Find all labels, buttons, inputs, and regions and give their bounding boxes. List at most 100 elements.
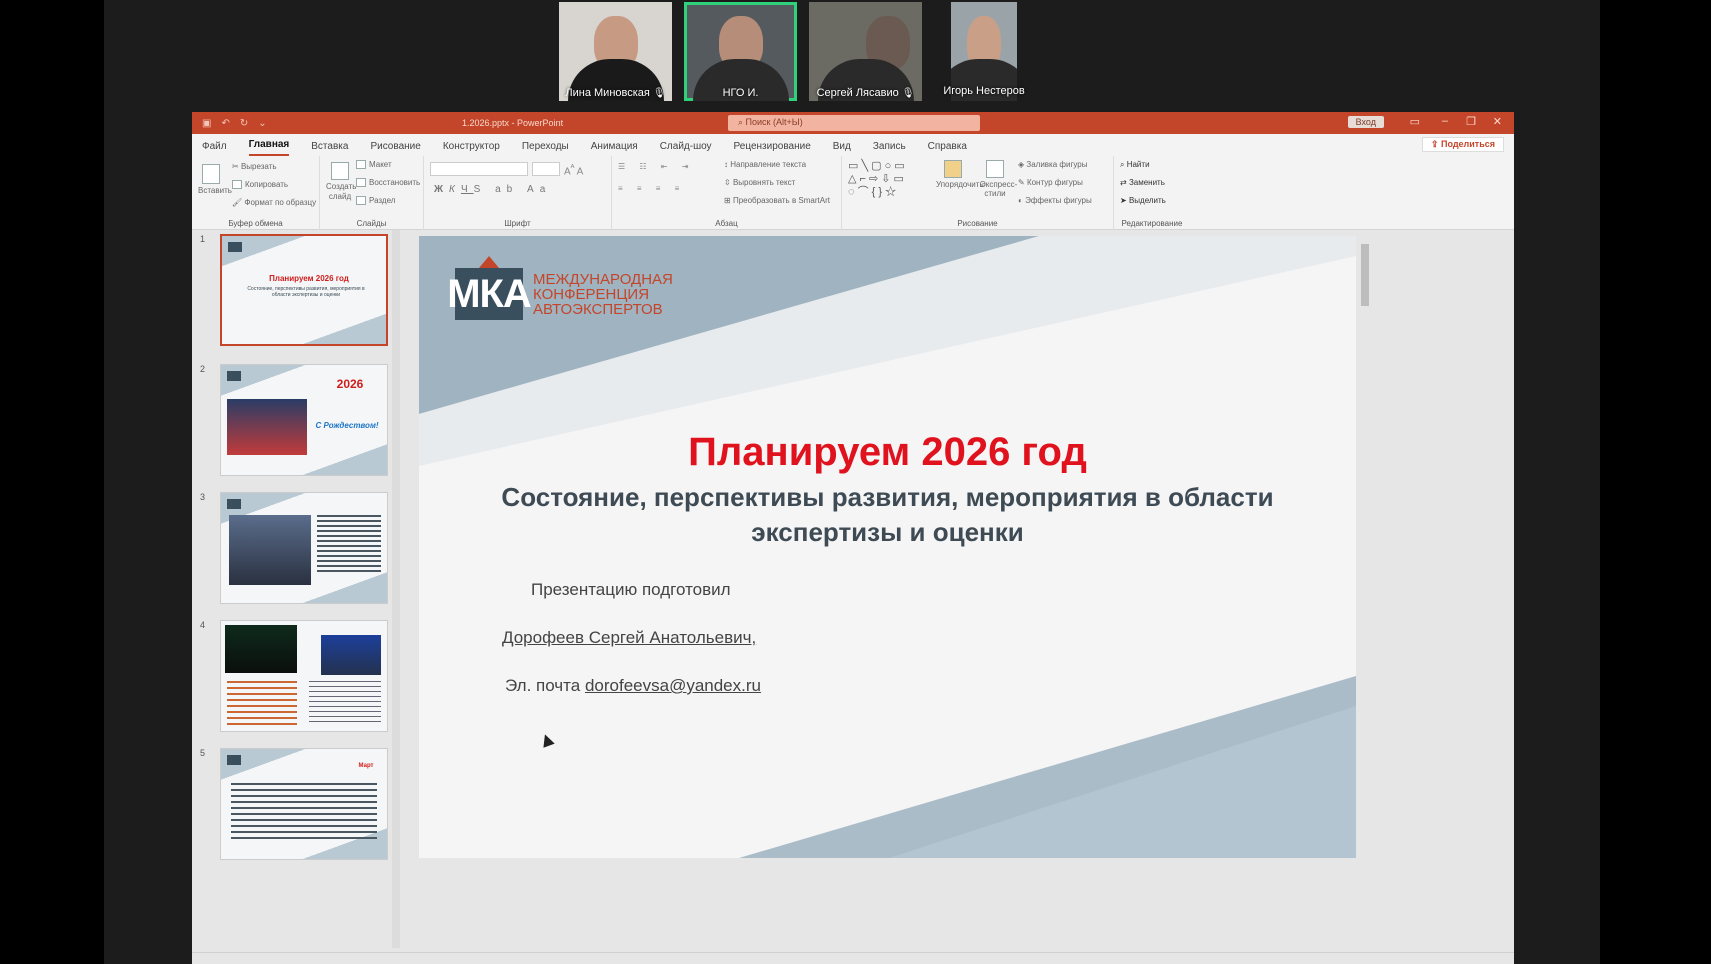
quick-access-toolbar: ▣ ↶ ↻ ⌄ xyxy=(202,118,267,129)
tab-review[interactable]: Рецензирование xyxy=(734,141,811,156)
copy-button[interactable]: Копировать xyxy=(232,180,288,190)
section-icon xyxy=(356,196,366,206)
author-name[interactable]: Дорофеев Сергей Анатольевич, xyxy=(502,628,756,648)
participant-tile-active[interactable]: НГО И. xyxy=(684,2,797,101)
select-button[interactable]: ➤ Выделить xyxy=(1120,196,1166,205)
cut-button[interactable]: ✂ Вырезать xyxy=(232,162,277,171)
quick-styles-label: Экспресс-стили xyxy=(980,180,1018,198)
font-style-buttons[interactable]: ЖКЧS ab Аа xyxy=(434,184,551,195)
slide-subtitle[interactable]: Состояние, перспективы развития, меропри… xyxy=(499,480,1276,550)
mic-muted-icon: 🎙 xyxy=(652,88,666,99)
ribbon-display-icon[interactable]: ▭ xyxy=(1410,115,1420,128)
tab-draw[interactable]: Рисование xyxy=(370,141,420,156)
slide-thumbnail[interactable] xyxy=(220,492,388,604)
slide-title[interactable]: Планируем 2026 год xyxy=(419,430,1356,475)
reset-button[interactable]: Восстановить xyxy=(356,178,421,188)
video-call-stage: Лина Миновская 🎙 НГО И. Сергей Лясавио 🎙 И… xyxy=(104,0,1600,964)
redo-icon[interactable]: ↻ xyxy=(240,118,248,129)
group-clipboard: Вставить ✂ Вырезать Копировать 🖌 Формат … xyxy=(192,156,320,230)
participant-name: Игорь Нестеров xyxy=(943,85,1025,97)
search-box[interactable]: ⌕ Поиск (Alt+Ы) xyxy=(728,115,980,131)
find-icon: ⌕ xyxy=(1120,160,1127,169)
reset-label: Восстановить xyxy=(369,178,421,187)
minimize-icon[interactable]: – xyxy=(1442,115,1448,127)
share-label: Поделиться xyxy=(1440,139,1495,149)
tab-file[interactable]: Файл xyxy=(202,141,227,156)
slide-thumbnail[interactable]: 2026 С Рождеством! xyxy=(220,364,388,476)
text-direction-button[interactable]: ↕ Направление текста xyxy=(724,160,806,169)
shape-fill-button[interactable]: ◈ Заливка фигуры xyxy=(1018,160,1087,169)
thumbnail-title: 2026 xyxy=(336,377,364,391)
slide-number: 5 xyxy=(200,748,206,758)
email-link[interactable]: dorofeevsa@yandex.ru xyxy=(585,676,761,695)
arrange-label: Упорядочить xyxy=(936,180,984,189)
mic-muted-icon: 🎙 xyxy=(901,88,915,99)
scrollbar-thumb[interactable] xyxy=(1361,244,1369,306)
quick-styles-button[interactable]: Экспресс-стили xyxy=(980,160,1017,198)
tab-design[interactable]: Конструктор xyxy=(443,141,500,156)
share-button[interactable]: ⇪ Поделиться xyxy=(1421,137,1504,152)
new-slide-button[interactable]: Создать слайд xyxy=(326,162,356,202)
list-buttons[interactable]: ☰ ☷ ⇤ ⇥ xyxy=(618,162,694,171)
tab-transitions[interactable]: Переходы xyxy=(522,141,569,156)
login-button[interactable]: Вход xyxy=(1347,116,1384,128)
outline-icon: ✎ xyxy=(1018,178,1027,187)
logo-icon xyxy=(227,371,241,381)
participant-tile[interactable]: Игорь Нестеров xyxy=(934,2,1034,101)
align-text-label: Выровнять текст xyxy=(732,178,796,187)
participant-tile[interactable]: Сергей Лясавио 🎙 xyxy=(809,2,922,101)
participant-name: Лина Миновская xyxy=(565,87,650,99)
font-name-field[interactable] xyxy=(430,162,528,176)
layout-label: Макет xyxy=(369,160,392,169)
brush-icon: 🖌 xyxy=(232,198,245,207)
shape-outline-button[interactable]: ✎ Контур фигуры xyxy=(1018,178,1083,187)
slide-thumbnail[interactable]: Март xyxy=(220,748,388,860)
align-buttons[interactable]: ≡ ≡ ≡ ≡ xyxy=(618,184,685,193)
slide-thumbnail[interactable] xyxy=(220,620,388,732)
participant-tile[interactable]: Лина Миновская 🎙 xyxy=(559,2,672,101)
save-icon[interactable]: ▣ xyxy=(202,118,211,129)
tab-help[interactable]: Справка xyxy=(928,141,967,156)
tab-record[interactable]: Запись xyxy=(873,141,906,156)
email-line[interactable]: Эл. почта dorofeevsa@yandex.ru xyxy=(505,676,761,696)
group-label: Буфер обмена xyxy=(228,219,283,228)
thumbnail-image xyxy=(227,399,307,455)
arrange-icon xyxy=(944,160,962,178)
tab-slideshow[interactable]: Слайд-шоу xyxy=(660,141,712,156)
layout-button[interactable]: Макет xyxy=(356,160,392,170)
thumbnail-image xyxy=(321,635,381,675)
shapes-gallery[interactable]: ▭ ╲ ▢ ○ ▭ △ ⌐ ⇨ ⇩ ▭ ◌ ⌒ { } ☆ xyxy=(848,160,928,199)
slide-scrollbar[interactable] xyxy=(1360,234,1370,862)
slide-thumbnail-selected[interactable]: Планируем 2026 год Состояние, перспектив… xyxy=(220,234,388,346)
arrange-button[interactable]: Упорядочить xyxy=(936,160,984,189)
font-grow-icon[interactable]: Aᴬ A xyxy=(564,162,583,177)
maximize-icon[interactable]: ❐ xyxy=(1466,115,1476,128)
participant-strip: Лина Миновская 🎙 НГО И. Сергей Лясавио 🎙 И… xyxy=(559,2,1034,101)
group-label: Редактирование xyxy=(1121,219,1183,228)
thumbnail-scrollbar[interactable] xyxy=(392,230,400,948)
thumbnail-title: Планируем 2026 год xyxy=(269,274,349,283)
group-label: Шрифт xyxy=(504,219,531,228)
search-icon: ⌕ xyxy=(738,117,746,127)
ribbon: Вставить ✂ Вырезать Копировать 🖌 Формат … xyxy=(192,156,1514,230)
find-button[interactable]: ⌕ Найти xyxy=(1120,160,1150,170)
tab-view[interactable]: Вид xyxy=(833,141,851,156)
undo-icon[interactable]: ↶ xyxy=(221,118,229,129)
shape-effects-button[interactable]: ◐ Эффекты фигуры xyxy=(1018,196,1092,205)
replace-button[interactable]: ⇄ Заменить xyxy=(1120,178,1165,187)
find-label: Найти xyxy=(1126,160,1150,169)
paste-button[interactable]: Вставить xyxy=(198,164,232,195)
align-text-button[interactable]: ⇳ Выровнять текст xyxy=(724,178,795,187)
tab-home[interactable]: Главная xyxy=(248,139,290,156)
tab-insert[interactable]: Вставка xyxy=(311,141,348,156)
prepared-by-text[interactable]: Презентацию подготовил xyxy=(531,580,731,600)
smartart-button[interactable]: ⊞ Преобразовать в SmartArt xyxy=(724,196,830,205)
tab-animations[interactable]: Анимация xyxy=(591,141,638,156)
font-size-field[interactable] xyxy=(532,162,560,176)
format-painter-button[interactable]: 🖌 Формат по образцу xyxy=(232,198,316,207)
paste-icon xyxy=(202,164,220,184)
close-icon[interactable]: ✕ xyxy=(1493,115,1502,128)
customize-icon[interactable]: ⌄ xyxy=(258,118,266,129)
align-text-icon: ⇳ xyxy=(724,178,733,187)
section-button[interactable]: Раздел xyxy=(356,196,395,206)
